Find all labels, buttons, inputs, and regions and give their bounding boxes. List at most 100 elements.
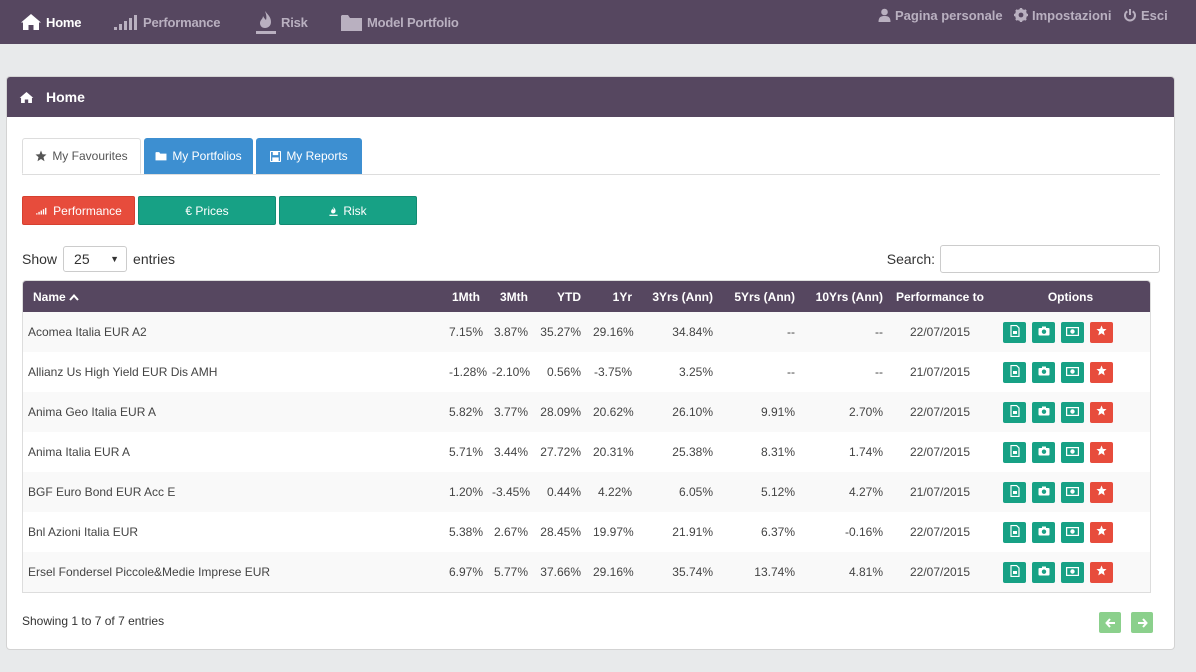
money-icon (1066, 525, 1080, 539)
star-icon (1096, 405, 1107, 419)
favourite-button[interactable] (1090, 401, 1113, 423)
cell-10yrs: -- (875, 365, 883, 379)
report-button[interactable] (1003, 321, 1026, 343)
arrow-right-icon (1137, 617, 1148, 628)
report-button[interactable] (1003, 561, 1026, 583)
snapshot-button[interactable] (1032, 441, 1055, 463)
cell-name[interactable]: Anima Geo Italia EUR A (23, 392, 443, 432)
favourite-button[interactable] (1090, 481, 1113, 503)
report-button[interactable] (1003, 401, 1026, 423)
next-page-button[interactable] (1131, 612, 1153, 633)
snapshot-button[interactable] (1032, 321, 1055, 343)
floppy-icon (270, 150, 282, 162)
snapshot-button[interactable] (1032, 401, 1055, 423)
report-button[interactable] (1003, 481, 1026, 503)
favourite-button[interactable] (1090, 321, 1113, 343)
cell-name[interactable]: BGF Euro Bond EUR Acc E (23, 472, 443, 512)
camera-icon (1038, 485, 1050, 499)
money-icon (1066, 445, 1080, 459)
nav-home[interactable]: Home (20, 0, 82, 44)
cell-ytd: 35.27% (540, 325, 581, 339)
cell-name[interactable]: Ersel Fondersel Piccole&Medie Imprese EU… (23, 552, 443, 592)
row-options (991, 552, 1150, 592)
favourite-button[interactable] (1090, 521, 1113, 543)
camera-icon (1038, 325, 1050, 339)
snapshot-button[interactable] (1032, 361, 1055, 383)
length-control: Show 25 ▼ entries (22, 245, 175, 273)
entries-select[interactable]: 25 ▼ (63, 246, 128, 272)
cell-1mth: 1.20% (449, 485, 484, 499)
col-5yrs[interactable]: 5Yrs (Ann) (719, 281, 801, 312)
report-button[interactable] (1003, 441, 1026, 463)
cell-3yrs: 35.74% (672, 565, 713, 579)
prices-button[interactable]: € Prices (138, 196, 276, 225)
cell-3yrs: 34.84% (672, 325, 713, 339)
col-1yr[interactable]: 1Yr (587, 281, 638, 312)
user-icon (878, 8, 891, 22)
col-3mth[interactable]: 3Mth (486, 281, 534, 312)
home-icon (19, 91, 34, 103)
cell-1yr: 20.31% (593, 445, 634, 459)
favourite-button[interactable] (1090, 561, 1113, 583)
cell-3mth: 3.77% (493, 405, 528, 419)
nav-performance[interactable]: Performance (113, 0, 220, 44)
cell-name[interactable]: Acomea Italia EUR A2 (23, 312, 443, 352)
prices-row-button[interactable] (1061, 401, 1084, 423)
col-name[interactable]: Name (23, 281, 443, 312)
cell-name[interactable]: Anima Italia EUR A (23, 432, 443, 472)
col-performance-to[interactable]: Performance to (889, 281, 991, 312)
cell-name[interactable]: Bnl Azioni Italia EUR (23, 512, 443, 552)
nav-personal-page[interactable]: Pagina personale (878, 0, 1003, 30)
prices-row-button[interactable] (1061, 441, 1084, 463)
col-1mth[interactable]: 1Mth (443, 281, 486, 312)
cell-1mth: 5.82% (449, 405, 484, 419)
search-input[interactable] (940, 245, 1160, 273)
col-3yrs[interactable]: 3Yrs (Ann) (638, 281, 719, 312)
search-label: Search: (886, 251, 935, 267)
power-icon (1124, 9, 1136, 22)
cell-5yrs: 13.74% (754, 565, 795, 579)
table-row: BGF Euro Bond EUR Acc E 1.20% -3.45% 0.44% 4… (23, 472, 1150, 512)
money-icon (1066, 365, 1080, 379)
cell-5yrs: 5.12% (760, 485, 795, 499)
col-ytd[interactable]: YTD (534, 281, 587, 312)
cell-1mth: 7.15% (449, 325, 484, 339)
cell-10yrs: 4.27% (848, 485, 883, 499)
favourite-button[interactable] (1090, 441, 1113, 463)
report-button[interactable] (1003, 521, 1026, 543)
star-icon (1096, 525, 1107, 539)
nav-model-portfolio-label: Model Portfolio (367, 14, 459, 30)
nav-risk[interactable]: Risk (255, 0, 308, 44)
prices-row-button[interactable] (1061, 561, 1084, 583)
cell-1mth: -1.28% (449, 365, 488, 379)
cell-1yr: 19.97% (593, 525, 634, 539)
col-10yrs[interactable]: 10Yrs (Ann) (801, 281, 889, 312)
cell-3yrs: 25.38% (672, 445, 713, 459)
cell-3yrs: 6.05% (678, 485, 713, 499)
prices-row-button[interactable] (1061, 481, 1084, 503)
favourite-button[interactable] (1090, 361, 1113, 383)
tab-my-portfolios[interactable]: My Portfolios (144, 138, 253, 174)
cell-performance-to: 22/07/2015 (909, 565, 971, 579)
prices-row-button[interactable] (1061, 321, 1084, 343)
cell-ytd: 28.45% (540, 525, 581, 539)
tab-my-favourites[interactable]: My Favourites (22, 138, 141, 174)
cell-1yr: 4.22% (597, 485, 632, 499)
report-button[interactable] (1003, 361, 1026, 383)
prices-row-button[interactable] (1061, 361, 1084, 383)
star-icon (1096, 445, 1107, 459)
snapshot-button[interactable] (1032, 561, 1055, 583)
prices-row-button[interactable] (1061, 521, 1084, 543)
nav-settings[interactable]: Impostazioni (1014, 0, 1111, 30)
nav-logout[interactable]: Esci (1123, 0, 1168, 30)
tab-my-reports[interactable]: My Reports (256, 138, 362, 174)
cell-10yrs: 1.74% (848, 445, 883, 459)
previous-page-button[interactable] (1099, 612, 1121, 633)
performance-button[interactable]: Performance (22, 196, 135, 225)
risk-button[interactable]: Risk (279, 196, 417, 225)
cell-name[interactable]: Allianz Us High Yield EUR Dis AMH (23, 352, 443, 392)
camera-icon (1038, 405, 1050, 419)
snapshot-button[interactable] (1032, 521, 1055, 543)
snapshot-button[interactable] (1032, 481, 1055, 503)
nav-model-portfolio[interactable]: Model Portfolio (340, 0, 459, 44)
